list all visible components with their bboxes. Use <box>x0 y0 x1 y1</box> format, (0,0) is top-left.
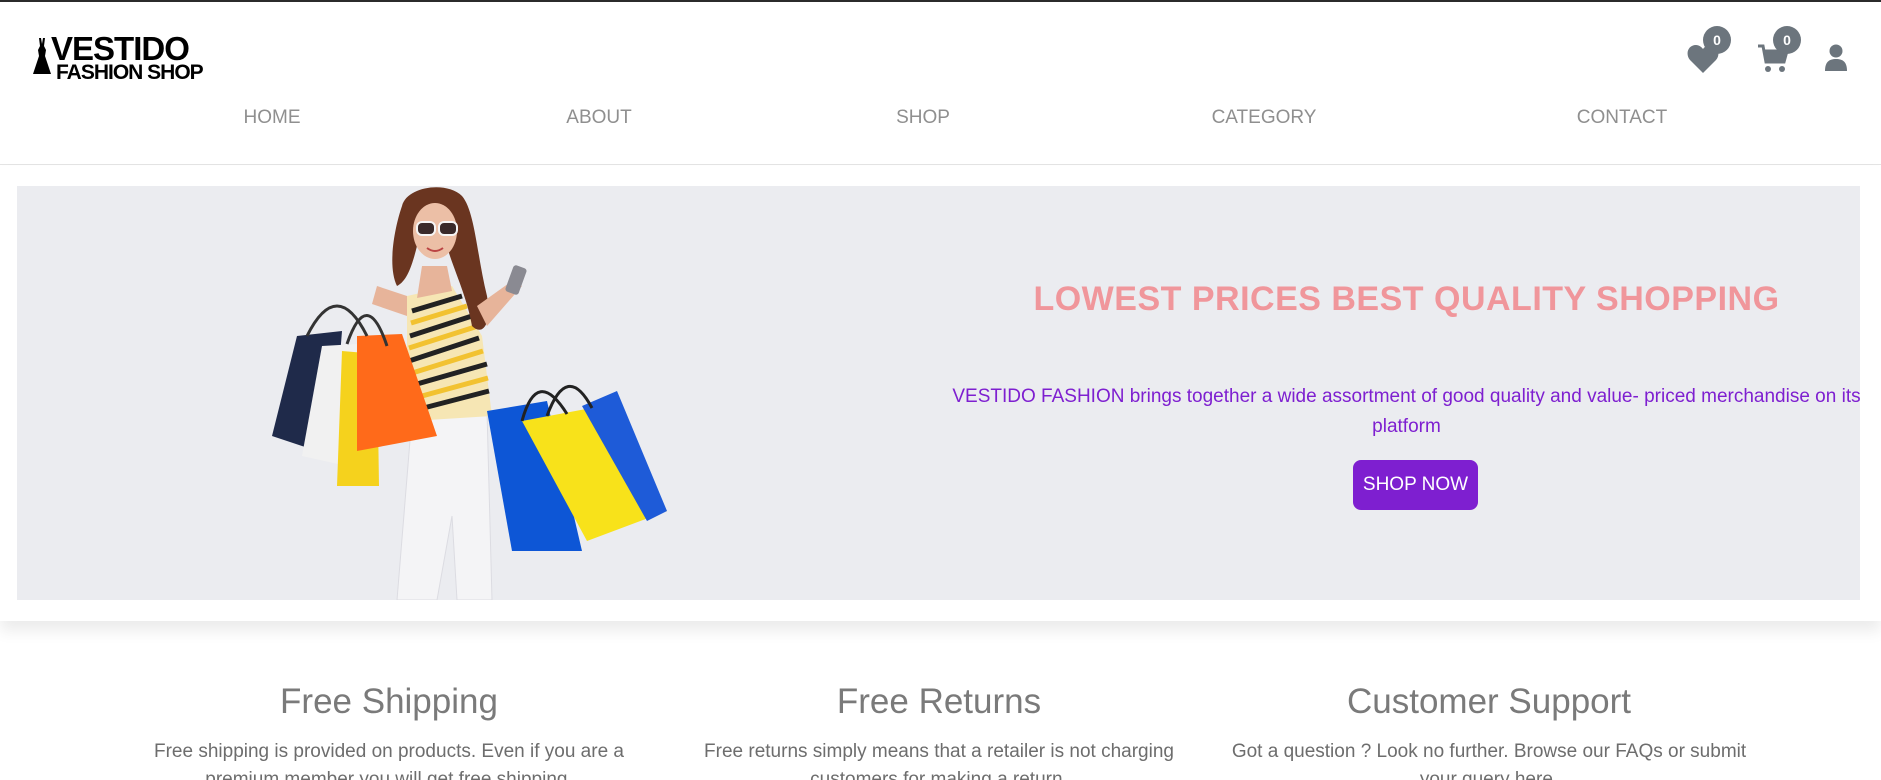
shop-now-button[interactable]: SHOP NOW <box>1353 460 1478 510</box>
hero-text-block: LOWEST PRICES BEST QUALITY SHOPPING VEST… <box>949 186 1860 600</box>
nav-about[interactable]: ABOUT <box>566 107 631 129</box>
feature-text: Free shipping is provided on products. E… <box>154 741 624 780</box>
hero-title: LOWEST PRICES BEST QUALITY SHOPPING <box>1033 280 1780 318</box>
feature-free-shipping: Free Shipping Free shipping is provided … <box>129 680 649 780</box>
brand-tagline: FASHION SHOP <box>56 61 204 84</box>
feature-text: Free returns simply means that a retaile… <box>704 741 1174 780</box>
site-header: VESTIDO FASHION SHOP 0 0 HOME ABOUT SHOP… <box>0 2 1881 165</box>
feature-text: Got a question ? Look no further. Browse… <box>1231 741 1747 780</box>
brand-logo[interactable]: VESTIDO FASHION SHOP <box>31 32 221 86</box>
dress-icon <box>33 38 51 74</box>
nav-shop[interactable]: SHOP <box>896 107 950 129</box>
hero-banner: LOWEST PRICES BEST QUALITY SHOPPING VEST… <box>17 186 1860 600</box>
cart-count-badge: 0 <box>1773 26 1801 54</box>
wishlist-count-badge: 0 <box>1703 26 1731 54</box>
user-icon <box>1825 44 1847 71</box>
main-nav: HOME ABOUT SHOP CATEGORY CONTACT <box>0 107 1881 137</box>
hero-model-image <box>272 187 667 600</box>
hero-description: VESTIDO FASHION brings together a wide a… <box>952 386 1860 437</box>
feature-title: Customer Support <box>1346 682 1632 721</box>
hero-section: LOWEST PRICES BEST QUALITY SHOPPING VEST… <box>0 166 1881 621</box>
account-button[interactable] <box>1825 38 1865 78</box>
wishlist-button[interactable]: 0 <box>1687 26 1731 78</box>
feature-title: Free Returns <box>836 682 1042 721</box>
feature-customer-support: Customer Support Got a question ? Look n… <box>1229 680 1749 780</box>
cart-button[interactable]: 0 <box>1757 26 1801 78</box>
feature-free-returns: Free Returns Free returns simply means t… <box>679 680 1199 780</box>
nav-home[interactable]: HOME <box>244 107 301 129</box>
feature-title: Free Shipping <box>280 682 498 721</box>
nav-category[interactable]: CATEGORY <box>1212 107 1317 129</box>
nav-contact[interactable]: CONTACT <box>1577 107 1667 129</box>
